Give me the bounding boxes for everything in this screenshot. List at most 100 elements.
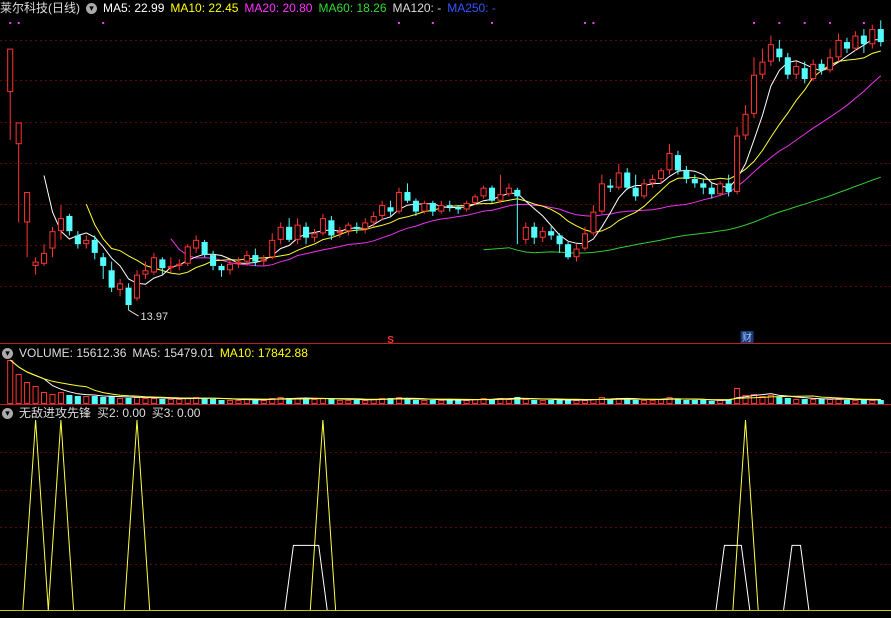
volume-bar — [201, 398, 208, 404]
volume-bar — [328, 399, 335, 404]
candle-body — [74, 235, 81, 245]
volume-bar — [793, 399, 800, 404]
candle-body — [750, 74, 758, 114]
candle-body — [15, 122, 22, 145]
volume-bar — [810, 399, 817, 404]
candle-body — [514, 189, 521, 197]
indicator-legend: 买2: 0.00 买3: 0.00 — [97, 406, 206, 420]
candle-body — [556, 235, 563, 245]
candle-body — [117, 283, 124, 290]
candle-body — [395, 192, 403, 212]
volume-bar — [404, 399, 411, 404]
volume-bar — [641, 400, 648, 404]
volume-bar — [463, 400, 470, 404]
candle-body — [480, 187, 487, 197]
volume-header: ▾ VOLUME: 15612.36 MA5: 15479.01 MA10: 1784… — [0, 346, 320, 360]
candle-body — [488, 187, 496, 201]
volume-bar — [717, 400, 724, 404]
volume-bar — [210, 399, 217, 404]
volume-legend: VOLUME: 15612.36 MA5: 15479.01 MA10: 17842… — [19, 346, 314, 360]
volume-bar — [184, 398, 191, 404]
ma-label-0: MA5: 22.99 — [103, 1, 165, 15]
volume-bar — [32, 386, 39, 404]
candle-body — [142, 270, 149, 275]
candle-body — [201, 242, 208, 256]
chevron-down-icon[interactable]: ▾ — [2, 408, 13, 420]
volume-bar — [843, 400, 851, 404]
volume-bar — [700, 400, 707, 404]
volume-bar — [7, 360, 14, 404]
candle-body — [759, 61, 766, 75]
volume-bar — [429, 400, 436, 404]
low-pointer — [128, 309, 139, 317]
volume-bar — [24, 382, 31, 404]
candle-body — [24, 192, 31, 223]
candle-body — [784, 57, 791, 75]
ma10-line — [85, 50, 881, 275]
candle-body — [66, 215, 73, 232]
candle-body — [150, 257, 157, 273]
candle-body — [125, 287, 132, 306]
candle-body — [379, 205, 386, 216]
signal-dot — [803, 22, 806, 24]
candle-body — [522, 226, 529, 240]
ma-label-4: MA120: - — [392, 1, 442, 15]
candle-body — [852, 35, 859, 49]
candle-body — [286, 226, 293, 240]
volume-bar — [421, 400, 428, 404]
signal-dot — [17, 22, 20, 24]
volume-bar — [49, 394, 56, 404]
volume-bar — [40, 392, 48, 404]
volume-bar — [632, 400, 639, 404]
volume-bar — [66, 395, 73, 404]
candle-body — [776, 48, 783, 58]
candle-body — [598, 183, 605, 212]
candle-body — [438, 205, 445, 212]
candle-body — [269, 239, 276, 258]
chevron-down-icon[interactable]: ▾ — [86, 3, 97, 15]
candle-body — [767, 44, 774, 62]
candle-body — [353, 226, 360, 229]
candle-body — [632, 187, 639, 197]
volume-bar — [412, 400, 419, 404]
chevron-down-icon[interactable]: ▾ — [2, 348, 13, 360]
volume-bar — [877, 400, 884, 404]
volume-bar — [74, 396, 81, 404]
candle-body — [708, 187, 715, 195]
volume-bar — [108, 396, 115, 404]
candle-body — [607, 185, 614, 188]
candle-body — [742, 113, 749, 136]
candle-body — [810, 63, 817, 80]
signal-dot — [398, 22, 401, 24]
ma-label-3: MA60: 18.26 — [318, 1, 387, 15]
volume-bar — [159, 399, 166, 404]
candle-body — [159, 259, 166, 269]
volume-bar — [133, 397, 141, 404]
signal-dot — [9, 22, 12, 24]
candle-body — [827, 57, 834, 71]
volume-bar — [776, 397, 783, 404]
volume-bar — [860, 400, 867, 404]
candle-body — [370, 215, 377, 223]
volume-bar — [438, 400, 445, 404]
candle-body — [734, 135, 741, 193]
candle-body — [7, 48, 14, 93]
candle-body — [319, 218, 326, 234]
signal-dot — [778, 22, 781, 24]
candle-body — [49, 231, 56, 249]
candle-body — [294, 224, 301, 240]
volume-bar — [649, 400, 656, 404]
volume-bar — [252, 400, 259, 404]
volume-bar — [455, 400, 462, 404]
volume-bar — [142, 398, 149, 404]
volume-bar — [556, 400, 563, 404]
volume-bar — [83, 396, 90, 404]
candle-body — [818, 63, 825, 71]
candle-body — [32, 261, 39, 266]
volume-bar — [581, 400, 588, 404]
volume-bar — [303, 399, 310, 404]
signal-dot — [752, 22, 755, 24]
volume-bar — [226, 400, 234, 404]
indicator-spike — [47, 419, 75, 611]
candle-body — [328, 220, 335, 236]
